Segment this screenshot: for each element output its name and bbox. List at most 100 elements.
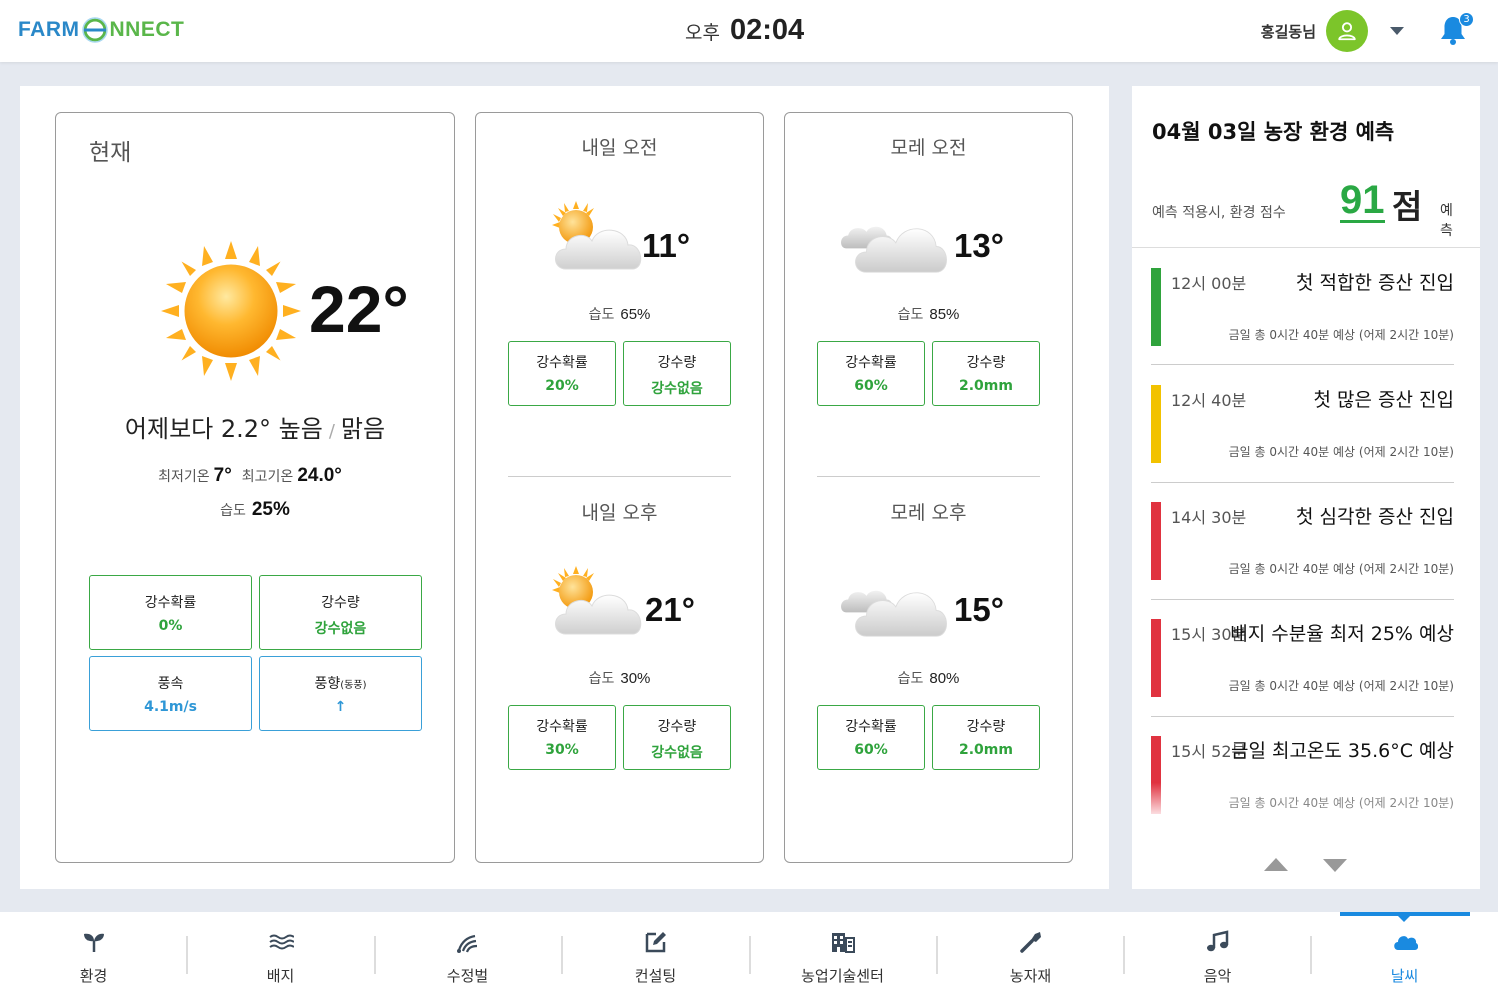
- bee-icon: [457, 934, 478, 953]
- alert-level-bar: [1151, 385, 1161, 463]
- temp-diff-text: 어제보다 2.2° 높음: [124, 415, 323, 443]
- current-title: 현재: [89, 140, 132, 166]
- scroll-down-icon[interactable]: [1323, 859, 1347, 872]
- alert-time: 12시 40분: [1171, 391, 1247, 410]
- precip-amount-box: 강수량 강수없음: [259, 575, 422, 650]
- divider: [817, 476, 1040, 477]
- user-name: 홍길동님: [1260, 22, 1316, 41]
- min-temp-label: 최저기온: [158, 469, 210, 485]
- alert-item[interactable]: 12시 40분 첫 많은 증산 진입 금일 총 0시간 40분 예상 (어제 2…: [1151, 385, 1454, 463]
- tools-icon: [1020, 932, 1041, 953]
- precip-prob-value: 20%: [545, 378, 579, 394]
- forecast-title: 모레 오후: [890, 502, 967, 524]
- nav-label: 날씨: [1390, 967, 1419, 985]
- logo-swoosh-icon: [81, 17, 108, 43]
- humidity-value: 85%: [929, 306, 960, 323]
- current-summary: 어제보다 2.2° 높음 / 맑음: [56, 409, 454, 444]
- humidity-label: 습도: [897, 671, 924, 687]
- precip-amount-value: 2.0mm: [959, 742, 1013, 758]
- alert-desc: 금일 총 0시간 40분 예상 (어제 2시간 10분): [1228, 445, 1454, 459]
- alert-item[interactable]: 12시 00분 첫 적합한 증산 진입 금일 총 0시간 40분 예상 (어제 …: [1151, 268, 1454, 346]
- nav-label: 음악: [1203, 967, 1232, 985]
- user-menu[interactable]: 홍길동님: [1261, 10, 1404, 52]
- precip-amount-value: 강수없음: [651, 745, 703, 761]
- forecast-humidity: 습도 65%: [476, 304, 763, 324]
- humidity-label: 습도: [588, 671, 615, 687]
- divider: [1151, 599, 1454, 600]
- alert-level-bar: [1151, 268, 1161, 346]
- clock: 오후 02:04: [685, 14, 804, 47]
- precip-prob-box: 강수확률 0%: [89, 575, 252, 650]
- alert-item[interactable]: 15시 52분 금일 최고온도 35.6°C 예상 금일 총 0시간 40분 예…: [1151, 736, 1454, 814]
- cloud-icon: [1394, 936, 1418, 950]
- nav-item-environment[interactable]: 환경: [0, 912, 187, 1000]
- precip-amount-value: 강수없음: [651, 381, 703, 397]
- nav-item-agri-center[interactable]: 농업기술센터: [749, 912, 936, 1000]
- alert-time: 14시 30분: [1171, 508, 1247, 527]
- humidity-value: 80%: [929, 670, 960, 687]
- forecast-temperature: 11°: [642, 227, 691, 264]
- alert-item[interactable]: 14시 30분 첫 심각한 증산 진입 금일 총 0시간 40분 예상 (어제 …: [1151, 502, 1454, 580]
- nav-item-pollinator[interactable]: 수정벌: [374, 912, 561, 1000]
- humidity-value: 65%: [620, 306, 651, 323]
- precip-amount-value: 2.0mm: [959, 378, 1013, 394]
- nav-label: 농자재: [1009, 967, 1052, 985]
- wind-direction-box: 풍향(동풍) ↑: [259, 656, 422, 731]
- cloudy-icon: [841, 226, 947, 273]
- alert-title: 첫 많은 증산 진입: [1313, 389, 1454, 411]
- precip-amount-label: 강수량: [966, 719, 1006, 735]
- forecast-title: 내일 오전: [581, 137, 658, 159]
- nav-item-materials[interactable]: 농자재: [937, 912, 1124, 1000]
- precip-prob-label: 강수확률: [144, 595, 197, 611]
- partly-sunny-icon: [552, 566, 642, 635]
- nav-item-consulting[interactable]: 컨설팅: [562, 912, 749, 1000]
- precip-prob-box: 강수확률 60%: [817, 341, 925, 406]
- forecast-humidity: 습도 30%: [476, 668, 763, 688]
- alert-level-bar: [1151, 736, 1161, 814]
- clock-time: 02:04: [729, 14, 805, 46]
- forecast-humidity: 습도 80%: [785, 668, 1072, 688]
- wind-direction-label-text: 풍향: [314, 676, 341, 692]
- score-value: 91: [1340, 178, 1385, 223]
- precip-prob-value: 60%: [854, 378, 888, 394]
- alert-desc: 금일 총 0시간 40분 예상 (어제 2시간 10분): [1228, 796, 1454, 810]
- nav-label: 배지: [266, 967, 295, 985]
- precip-prob-box: 강수확률 30%: [508, 705, 616, 770]
- humidity-value: 30%: [620, 670, 651, 687]
- farmconnect-logo[interactable]: FARM NNECT: [18, 14, 184, 46]
- alert-level-bar: [1151, 619, 1161, 697]
- alert-item[interactable]: 15시 30분 배지 수분율 최저 25% 예상 금일 총 0시간 40분 예상…: [1151, 619, 1454, 697]
- precip-prob-value: 30%: [545, 742, 579, 758]
- scroll-up-icon[interactable]: [1264, 858, 1288, 871]
- logo-text-connect: NNECT: [109, 18, 185, 41]
- precip-amount-box: 강수량 강수없음: [623, 705, 731, 770]
- bottom-nav: 환경 배지 수정벌 컨설팅 농업기술센터 농자재 음악 날씨: [0, 912, 1498, 1000]
- dayafter-forecast-card: 모레 오전 13° 습도 85% 강수확률 60% 강수량 2.0mm 모레 오후…: [784, 112, 1073, 863]
- chevron-down-icon[interactable]: [1390, 27, 1404, 35]
- divider: [508, 476, 731, 477]
- prediction-title: 04월 03일 농장 환경 예측: [1152, 120, 1395, 144]
- min-temp-value: 7°: [213, 465, 232, 486]
- nav-item-music[interactable]: 음악: [1124, 912, 1311, 1000]
- nav-label: 농업기술센터: [801, 967, 884, 985]
- nav-label: 수정벌: [446, 967, 489, 985]
- nav-item-substrate[interactable]: 배지: [187, 912, 374, 1000]
- score-suffix: 예측: [1440, 203, 1453, 239]
- user-icon: [1338, 22, 1356, 41]
- notification-button[interactable]: 3: [1438, 12, 1474, 48]
- environment-score: 예측 적용시, 환경 점수 91 점 예측: [1152, 178, 1462, 239]
- precip-prob-value: 0%: [158, 618, 183, 634]
- alert-title: 첫 적합한 증산 진입: [1296, 272, 1454, 294]
- precip-amount-label: 강수량: [657, 719, 697, 735]
- divider: [1151, 716, 1454, 717]
- forecast-title: 모레 오전: [890, 137, 967, 159]
- clock-ampm: 오후: [685, 22, 720, 44]
- alert-desc: 금일 총 0시간 40분 예상 (어제 2시간 10분): [1228, 562, 1454, 576]
- edit-icon: [645, 932, 666, 953]
- precip-prob-label: 강수확률: [845, 719, 897, 735]
- nav-item-weather[interactable]: 날씨: [1311, 912, 1498, 1000]
- farm-prediction-panel: 04월 03일 농장 환경 예측 예측 적용시, 환경 점수 91 점 예측 1…: [1132, 86, 1480, 889]
- avatar[interactable]: [1326, 10, 1368, 52]
- max-temp-label: 최고기온: [241, 469, 294, 485]
- alert-title: 금일 최고온도 35.6°C 예상: [1230, 740, 1454, 762]
